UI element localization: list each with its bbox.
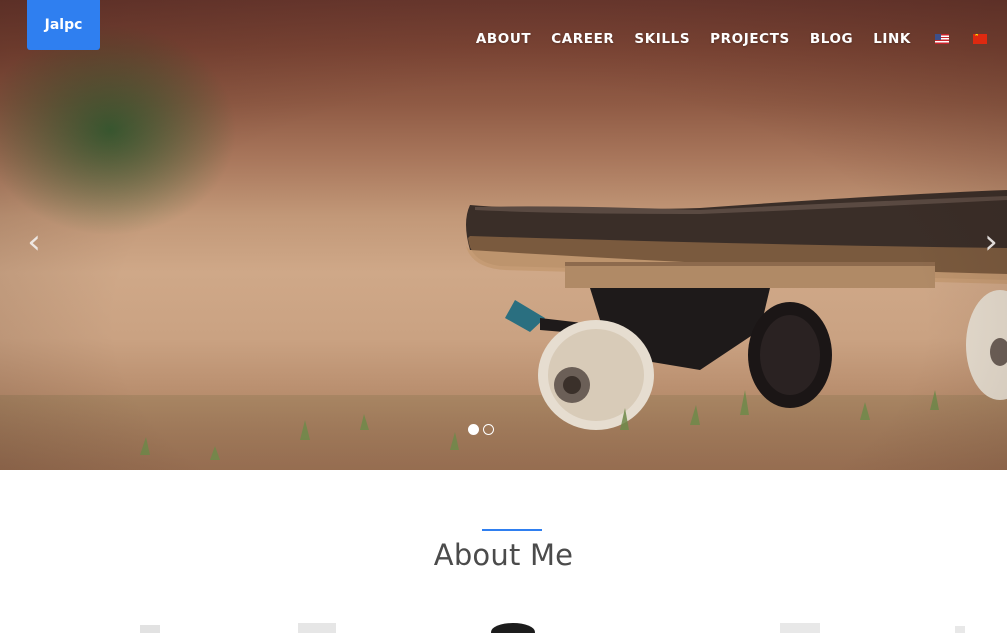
carousel-indicator-1[interactable] xyxy=(468,424,479,435)
nav-item-projects[interactable]: PROJECTS xyxy=(710,31,790,47)
about-icons-row xyxy=(140,623,965,633)
nav-item-link[interactable]: LINK xyxy=(873,31,911,47)
about-icon-1 xyxy=(140,625,160,633)
chevron-left-icon[interactable]: ‹ xyxy=(19,222,49,262)
avatar xyxy=(491,623,535,633)
carousel-indicators xyxy=(468,424,494,435)
hero-vignette xyxy=(0,0,1007,470)
carousel-indicator-2[interactable] xyxy=(483,424,494,435)
nav-item-about[interactable]: ABOUT xyxy=(476,31,531,47)
about-icon-4 xyxy=(780,623,820,633)
about-icon-5 xyxy=(955,626,965,633)
chevron-right-icon[interactable]: › xyxy=(976,222,1006,262)
hero-carousel xyxy=(0,0,1007,470)
about-icon-2 xyxy=(298,623,336,633)
section-title: About Me xyxy=(433,538,574,572)
about-section: About Me xyxy=(0,470,1007,633)
brand-logo-button[interactable]: Jalpc xyxy=(27,0,100,50)
nav-item-career[interactable]: CAREER xyxy=(551,31,614,47)
main-navigation: ABOUT CAREER SKILLS PROJECTS BLOG LINK xyxy=(456,31,987,47)
section-title-accent xyxy=(482,529,542,531)
nav-item-blog[interactable]: BLOG xyxy=(810,31,853,47)
nav-item-skills[interactable]: SKILLS xyxy=(634,31,690,47)
us-flag-icon[interactable] xyxy=(935,34,949,44)
cn-flag-icon[interactable] xyxy=(973,34,987,44)
